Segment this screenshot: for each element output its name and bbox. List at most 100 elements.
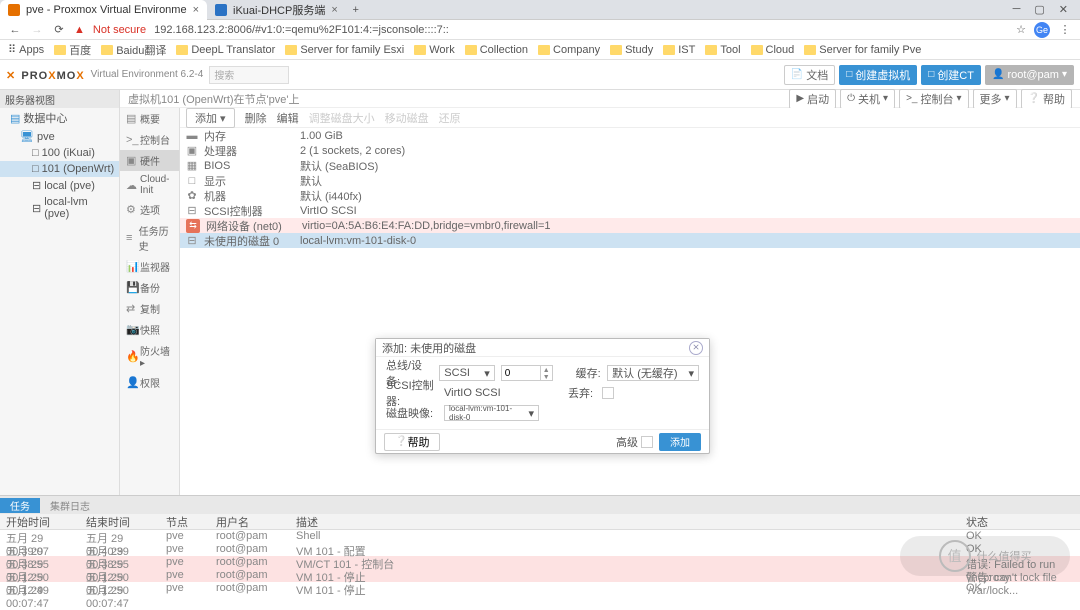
nav-reload-icon[interactable]: ⟳: [52, 23, 66, 36]
log-tab-tasks[interactable]: 任务: [0, 498, 40, 513]
tab-close-icon[interactable]: ×: [331, 4, 337, 16]
nav-fwd-icon[interactable]: →: [30, 24, 44, 36]
menu-icon[interactable]: ⋮: [1058, 23, 1072, 36]
hw-icon: ⊟: [186, 204, 198, 217]
hw-key: 未使用的磁盘 0: [204, 233, 294, 249]
bookmark-item[interactable]: Server for family Esxi: [285, 44, 404, 56]
tree-vm-101[interactable]: □101 (OpenWrt): [0, 161, 119, 177]
bus-index-stepper[interactable]: ▲▼: [501, 365, 553, 381]
cache-select[interactable]: 默认 (无缓存)▾: [607, 365, 699, 381]
bookmark-star-icon[interactable]: ☆: [1016, 23, 1026, 36]
browser-tab-pve[interactable]: pve - Proxmox Virtual Environme×: [0, 0, 207, 20]
hw-row[interactable]: ▣处理器2 (1 sockets, 2 cores): [180, 143, 1080, 158]
discard-checkbox[interactable]: [602, 387, 614, 399]
search-input[interactable]: 搜索: [209, 66, 289, 84]
window-min-icon[interactable]: ─: [1013, 3, 1021, 16]
datacenter-icon: ▤: [10, 112, 20, 125]
nav-back-icon[interactable]: ←: [8, 24, 22, 36]
disk-image-select[interactable]: local-lvm:vm-101-disk-0▾: [444, 405, 539, 421]
tree-local-lvm[interactable]: ⊟local-lvm (pve): [0, 194, 119, 222]
url-input[interactable]: 192.168.123.2:8006/#v1:0:=qemu%2F101:4:=…: [154, 24, 1008, 36]
bookmark-item[interactable]: Work: [414, 44, 454, 56]
create-vm-button[interactable]: □ 创建虚拟机: [839, 65, 917, 85]
dialog-help-button[interactable]: ❔ 帮助: [384, 433, 440, 451]
hw-row[interactable]: ✿机器默认 (i440fx): [180, 188, 1080, 203]
bookmark-item[interactable]: Baidu翻译: [101, 42, 166, 58]
bookmark-item[interactable]: Study: [610, 44, 653, 56]
hw-key: BIOS: [204, 160, 294, 172]
help-button[interactable]: ❔ 帮助: [1021, 89, 1072, 109]
hw-row[interactable]: ▬内存1.00 GiB: [180, 128, 1080, 143]
bookmark-item[interactable]: Tool: [705, 44, 740, 56]
sidemenu-item[interactable]: 👤权限: [120, 372, 179, 393]
bookmark-item[interactable]: Server for family Pve: [804, 44, 921, 56]
create-ct-button[interactable]: □ 创建CT: [921, 65, 981, 85]
hw-row[interactable]: □显示默认: [180, 173, 1080, 188]
sidemenu-item[interactable]: 📊监视器: [120, 256, 179, 277]
advanced-checkbox[interactable]: [641, 436, 653, 448]
sidemenu-item[interactable]: 💾备份: [120, 277, 179, 298]
bookmark-item[interactable]: 百度: [54, 42, 91, 58]
tree-node[interactable]: 🖥pve: [0, 128, 119, 145]
sidemenu-item[interactable]: >_控制台: [120, 129, 179, 150]
dialog-add-button[interactable]: 添加: [659, 433, 701, 451]
bookmark-item[interactable]: DeepL Translator: [176, 44, 275, 56]
sidemenu-item[interactable]: 🔥防火墙 ▸: [120, 340, 179, 372]
bookmark-item[interactable]: Cloud: [751, 44, 795, 56]
tab-icon: [215, 4, 227, 16]
hw-row[interactable]: ▦BIOS默认 (SeaBIOS): [180, 158, 1080, 173]
hw-value: 默认: [300, 173, 1074, 189]
tb-edit-button[interactable]: 编辑: [277, 110, 299, 126]
window-close-icon[interactable]: ✕: [1059, 3, 1068, 16]
net-icon: ⇆: [186, 219, 200, 233]
hw-row[interactable]: ⇆网络设备 (net0)virtio=0A:5A:B6:E4:FA:DD,bri…: [180, 218, 1080, 233]
menu-icon: 📷: [126, 323, 136, 336]
sidemenu-item[interactable]: 📷快照: [120, 319, 179, 340]
bus-index-input[interactable]: [501, 365, 541, 381]
dialog-close-icon[interactable]: ⨯: [689, 341, 703, 355]
tb-add-button[interactable]: 添加 ▾: [186, 108, 235, 128]
log-row[interactable]: 五月 29 00:07:47五月 29 00:07:47pveroot@pamV…: [0, 582, 1080, 595]
log-h-status: 状态: [960, 514, 1080, 529]
hw-icon: ▦: [186, 159, 198, 172]
discard-label: 丢弃:: [568, 385, 596, 401]
profile-avatar[interactable]: Ge: [1034, 22, 1050, 38]
hw-row[interactable]: ⊟未使用的磁盘 0local-lvm:vm-101-disk-0: [180, 233, 1080, 248]
tb-del-button[interactable]: 删除: [245, 110, 267, 126]
shutdown-button[interactable]: ⏻ 关机 ▾: [840, 89, 895, 109]
more-button[interactable]: 更多 ▾: [973, 89, 1017, 109]
bookmark-item[interactable]: Collection: [465, 44, 528, 56]
folder-icon: [610, 45, 622, 55]
tree-vm-100[interactable]: □100 (iKuai): [0, 145, 119, 161]
hw-value: 2 (1 sockets, 2 cores): [300, 145, 1074, 157]
bookmark-item[interactable]: Company: [538, 44, 600, 56]
tree-local[interactable]: ⊟local (pve): [0, 177, 119, 194]
window-max-icon[interactable]: ▢: [1034, 3, 1044, 16]
hw-value: virtio=0A:5A:B6:E4:FA:DD,bridge=vmbr0,fi…: [302, 220, 1074, 232]
tree-dc[interactable]: ▤数据中心: [0, 108, 119, 128]
browser-tab-ikuai[interactable]: iKuai-DHCP服务端×: [207, 0, 346, 20]
bookmark-item[interactable]: IST: [663, 44, 695, 56]
sidemenu-item[interactable]: ⇄复制: [120, 298, 179, 319]
doc-button[interactable]: 📄 文档: [784, 65, 835, 85]
log-h-end: 结束时间: [80, 514, 160, 529]
hw-key: SCSI控制器: [204, 203, 294, 219]
user-menu[interactable]: 👤 root@pam ▾: [985, 65, 1074, 85]
folder-icon: [538, 45, 550, 55]
log-tab-cluster[interactable]: 集群日志: [40, 498, 100, 513]
tab-close-icon[interactable]: ×: [193, 4, 199, 16]
console-button[interactable]: >_ 控制台 ▾: [899, 89, 968, 109]
sidemenu-item[interactable]: ≡任务历史: [120, 220, 179, 256]
chevron-down-icon: ▾: [484, 367, 490, 380]
hw-row[interactable]: ⊟SCSI控制器VirtIO SCSI: [180, 203, 1080, 218]
apps-menu[interactable]: ⠿ Apps: [8, 43, 44, 56]
sidemenu-item[interactable]: ▣硬件: [120, 150, 179, 171]
sidemenu-item[interactable]: ▤概要: [120, 108, 179, 129]
hw-icon: ▬: [186, 130, 198, 142]
start-button[interactable]: ▶ 启动: [789, 89, 836, 109]
sidemenu-item[interactable]: ⚙选项: [120, 199, 179, 220]
bus-select[interactable]: SCSI▾: [439, 365, 494, 381]
new-tab-button[interactable]: +: [346, 4, 366, 16]
folder-icon: [285, 45, 297, 55]
sidemenu-item[interactable]: ☁Cloud-Init: [120, 171, 179, 199]
